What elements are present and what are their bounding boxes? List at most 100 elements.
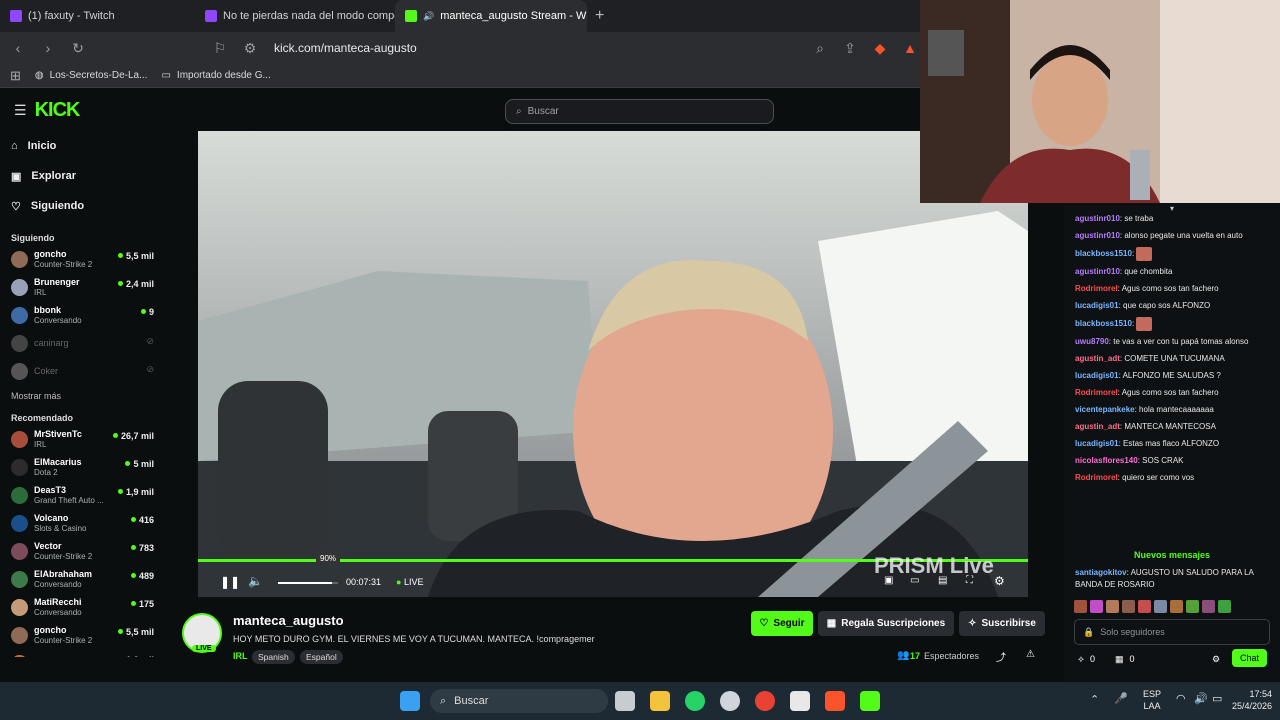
gift-icon[interactable]: ▦	[1115, 653, 1124, 665]
brave-icon[interactable]	[825, 691, 845, 711]
clip-icon[interactable]: ▤	[938, 575, 947, 586]
channel-name[interactable]: manteca_augusto	[233, 613, 344, 628]
apps-grid-icon[interactable]: ⊞	[10, 68, 21, 84]
chrome-icon[interactable]	[755, 691, 775, 711]
chat-username[interactable]: Rodrimorel	[1075, 473, 1118, 482]
kick-app-icon[interactable]	[860, 691, 880, 711]
emote-icon[interactable]	[1202, 600, 1215, 613]
recommended-channel-item[interactable]: ElAbrahaham Conversando 489	[11, 565, 154, 593]
emote-icon[interactable]	[1074, 600, 1087, 613]
chat-username[interactable]: uwu8790	[1075, 337, 1109, 346]
emote-icon[interactable]	[1218, 600, 1231, 613]
share-icon[interactable]: ⇪	[840, 38, 860, 58]
browser-tab-twitch-2[interactable]: No te pierdas nada del modo compe	[195, 0, 395, 32]
chat-username[interactable]: vicentepankeke	[1075, 405, 1135, 414]
chat-username[interactable]: agustin_adt	[1075, 422, 1120, 431]
steam-icon[interactable]	[720, 691, 740, 711]
browser-tab-kick[interactable]: 🔊 manteca_augusto Stream - W ✕	[395, 0, 587, 32]
microphone-icon[interactable]: 🎤	[1114, 692, 1128, 705]
menu-icon[interactable]: ☰	[14, 102, 27, 119]
video-player[interactable]: ❚❚ 🔈 90% 00:07:31 ● LIVE PRISM Live ▣ ▭ …	[198, 131, 1028, 597]
sidebar-item-inicio[interactable]: ⌂ Inicio	[11, 131, 164, 161]
url-field[interactable]: kick.com/manteca-augusto	[274, 41, 417, 55]
bookmark-item[interactable]: ◍ Los-Secretos-De-La...	[35, 70, 148, 81]
new-tab-icon[interactable]: +	[595, 7, 604, 25]
windows-start-icon[interactable]	[400, 691, 420, 711]
chat-username[interactable]: agustin_adt	[1075, 354, 1120, 363]
chat-username[interactable]: lucadigis01	[1075, 301, 1119, 310]
pip-icon[interactable]: ▣	[884, 575, 893, 586]
following-channel-item[interactable]: Brunenger IRL 2,4 mil	[11, 273, 154, 301]
chat-username[interactable]: agustinr010	[1075, 214, 1120, 223]
chat-username[interactable]: Rodrimorel	[1075, 388, 1118, 397]
fullscreen-icon[interactable]: ⛶	[966, 575, 973, 586]
whatsapp-icon[interactable]	[685, 691, 705, 711]
taskbar-search[interactable]: ⌕ Buscar	[430, 689, 608, 713]
following-channel-item[interactable]: bbonk Conversando 9	[11, 301, 154, 329]
sidebar-item-siguiendo[interactable]: ♡ Siguiendo	[11, 191, 164, 221]
subscribe-button[interactable]: ✧ Suscribirse	[959, 611, 1045, 636]
chat-username[interactable]: santiagokitov	[1075, 568, 1127, 577]
app-icon[interactable]	[790, 691, 810, 711]
chat-username[interactable]: lucadigis01	[1075, 371, 1119, 380]
following-channel-item[interactable]: Coker ⊘	[11, 357, 154, 385]
recommended-channel-item[interactable]: Vector Counter-Strike 2 783	[11, 537, 154, 565]
recommended-channel-item[interactable]: MatiRecchi Conversando 175	[11, 593, 154, 621]
new-messages-divider[interactable]: Nuevos mensajes	[1072, 549, 1272, 561]
theater-icon[interactable]: ▭	[910, 575, 919, 586]
sidebar-item-explorar[interactable]: ▣ Explorar	[11, 161, 164, 191]
emote-icon[interactable]	[1170, 600, 1183, 613]
tag-spanish[interactable]: Spanish	[252, 650, 295, 664]
following-channel-item[interactable]: caninarg ⊘	[11, 329, 154, 357]
file-explorer-icon[interactable]	[650, 691, 670, 711]
recommended-channel-item[interactable]: EimilioR1,6 mil	[11, 649, 154, 657]
site-info-icon[interactable]: ⚙	[240, 38, 260, 58]
show-more-link[interactable]: Mostrar más	[11, 391, 164, 401]
chat-username[interactable]: blackboss1510	[1075, 319, 1132, 328]
chat-input[interactable]: 🔒 Solo seguidores	[1074, 619, 1270, 645]
wifi-icon[interactable]: ◠	[1176, 692, 1186, 705]
bookmark-folder[interactable]: ▭ Importado desde G...	[161, 70, 270, 81]
volume-slider[interactable]	[278, 582, 338, 584]
search-input[interactable]: ⌕ Buscar	[505, 99, 774, 124]
zoom-icon[interactable]: ⌕	[810, 38, 830, 58]
chat-username[interactable]: lucadigis01	[1075, 439, 1119, 448]
chat-username[interactable]: agustinr010	[1075, 267, 1120, 276]
recommended-channel-item[interactable]: Volcano Slots & Casino 416	[11, 509, 154, 537]
back-icon[interactable]: ‹	[8, 38, 28, 58]
following-channel-item[interactable]: goncho Counter-Strike 2 5,5 mil	[11, 245, 154, 273]
share-icon[interactable]: ⤴	[996, 649, 1006, 664]
emote-icon[interactable]	[1106, 600, 1119, 613]
emote-icon[interactable]	[1122, 600, 1135, 613]
category-link[interactable]: IRL	[233, 651, 248, 661]
clock[interactable]: 17:54 25/4/2026	[1228, 688, 1272, 712]
browser-tab-twitch[interactable]: (1) faxuty - Twitch	[0, 0, 195, 32]
recommended-channel-item[interactable]: goncho Counter-Strike 2 5,5 mil	[11, 621, 154, 649]
chat-send-button[interactable]: Chat	[1232, 649, 1268, 667]
brave-shield-icon[interactable]: ◆	[870, 38, 890, 58]
volume-icon[interactable]: 🔈	[248, 574, 263, 588]
battery-icon[interactable]: ▭	[1212, 692, 1222, 705]
settings-icon[interactable]: ⚙	[994, 574, 1005, 588]
brave-rewards-icon[interactable]: ▲	[900, 38, 920, 58]
chat-username[interactable]: agustinr010	[1075, 231, 1120, 240]
chat-settings-icon[interactable]: ⚙	[1212, 653, 1220, 665]
tag-espanol[interactable]: Español	[300, 650, 343, 664]
recommended-channel-item[interactable]: ElMacarius Dota 2 5 mil	[11, 453, 154, 481]
kick-logo[interactable]: KICK	[35, 99, 81, 122]
forward-icon[interactable]: ›	[38, 38, 58, 58]
follow-button[interactable]: ♡ Seguir	[751, 611, 813, 636]
task-view-icon[interactable]	[615, 691, 635, 711]
chat-username[interactable]: blackboss1510	[1075, 249, 1132, 258]
gift-subs-button[interactable]: ▦ Regala Suscripciones	[818, 611, 954, 636]
tray-chevron-icon[interactable]: ⌃	[1090, 693, 1099, 706]
points-icon[interactable]: ⟡	[1078, 653, 1084, 665]
emote-icon[interactable]	[1154, 600, 1167, 613]
emote-icon[interactable]	[1186, 600, 1199, 613]
bookmark-icon[interactable]: ⚐	[210, 38, 230, 58]
reload-icon[interactable]: ↻	[68, 38, 88, 58]
emote-icon[interactable]	[1138, 600, 1151, 613]
recommended-channel-item[interactable]: DeasT3 Grand Theft Auto ... 1,9 mil	[11, 481, 154, 509]
recommended-channel-item[interactable]: MrStivenTc IRL 26,7 mil	[11, 425, 154, 453]
pause-icon[interactable]: ❚❚	[220, 575, 240, 589]
